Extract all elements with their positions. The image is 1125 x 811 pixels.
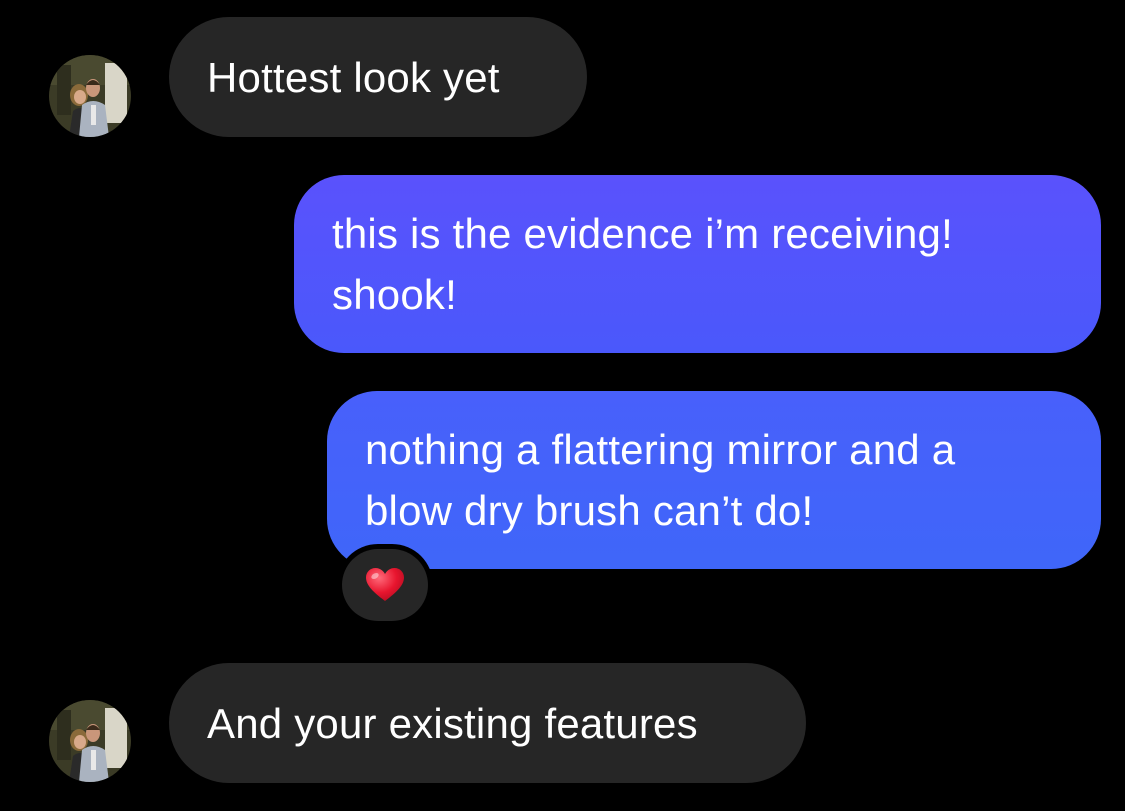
message-reaction[interactable] bbox=[337, 544, 433, 626]
profile-photo-icon bbox=[49, 700, 131, 782]
reaction-badge bbox=[342, 549, 428, 621]
message-text-line: blow dry brush can’t do! bbox=[365, 487, 814, 534]
outgoing-message-bubble[interactable]: this is the evidence i’m receiving! shoo… bbox=[294, 175, 1101, 353]
incoming-message-bubble[interactable]: Hottest look yet bbox=[169, 17, 587, 137]
message-text: Hottest look yet bbox=[207, 53, 500, 101]
message-text-line: nothing a flattering mirror and a bbox=[365, 426, 956, 473]
avatar[interactable] bbox=[49, 55, 131, 137]
message-text-line: shook! bbox=[332, 271, 457, 318]
outgoing-message-bubble[interactable]: nothing a flattering mirror and a blow d… bbox=[327, 391, 1101, 569]
message-text-line: this is the evidence i’m receiving! bbox=[332, 210, 953, 257]
heart-icon bbox=[366, 568, 404, 601]
avatar[interactable] bbox=[49, 700, 131, 782]
incoming-message-bubble[interactable]: And your existing features bbox=[169, 663, 806, 783]
message-text: And your existing features bbox=[207, 699, 698, 747]
profile-photo-icon bbox=[49, 55, 131, 137]
